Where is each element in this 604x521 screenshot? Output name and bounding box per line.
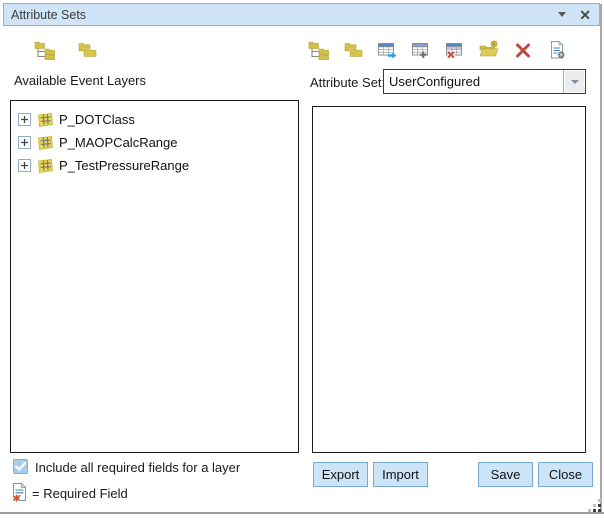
include-required-fields-label: Include all required fields for a layer (35, 460, 240, 475)
close-button[interactable]: Close (538, 462, 593, 487)
available-event-layers-label: Available Event Layers (14, 73, 146, 88)
event-layer-name: P_MAOPCalcRange (59, 135, 178, 150)
remove-table-icon[interactable] (444, 39, 466, 61)
expand-plus-icon[interactable] (18, 159, 31, 172)
event-layer-icon (36, 112, 54, 128)
folder-settings-icon[interactable] (478, 39, 500, 61)
event-layer-icon (36, 135, 54, 151)
report-settings-icon[interactable] (546, 39, 568, 61)
required-field-icon (12, 482, 28, 502)
window-right-edge (600, 4, 602, 512)
combo-dropdown-button[interactable] (563, 70, 585, 93)
open-folders-icon[interactable] (342, 39, 364, 61)
attribute-set-tree-icon[interactable] (308, 39, 330, 61)
close-icon[interactable]: ✕ (579, 8, 591, 22)
resize-grip[interactable] (588, 499, 602, 518)
tree-item[interactable]: P_TestPressureRange (11, 154, 298, 177)
export-button[interactable]: Export (313, 462, 368, 487)
attribute-set-tree-icon[interactable] (34, 39, 56, 61)
attribute-set-fields-list[interactable] (312, 106, 586, 453)
delete-icon[interactable] (512, 39, 534, 61)
export-table-icon[interactable] (376, 39, 398, 61)
event-layer-name: P_DOTClass (59, 112, 135, 127)
window-bottom-edge (0, 512, 604, 514)
dialog-titlebar[interactable]: Attribute Sets ✕ (3, 3, 600, 26)
import-button[interactable]: Import (373, 462, 428, 487)
dialog-title: Attribute Sets (4, 8, 558, 22)
attribute-set-combobox[interactable]: UserConfigured (383, 69, 586, 94)
left-toolbar (34, 39, 98, 61)
attribute-set-label: Attribute Set: (310, 75, 385, 90)
expand-plus-icon[interactable] (18, 113, 31, 126)
include-required-fields-checkbox[interactable] (13, 459, 28, 474)
save-button[interactable]: Save (478, 462, 533, 487)
attribute-sets-dialog: Attribute Sets ✕ (0, 0, 604, 521)
required-field-legend: = Required Field (32, 486, 128, 501)
collapse-caret-icon[interactable] (558, 12, 566, 17)
expand-plus-icon[interactable] (18, 136, 31, 149)
right-toolbar (308, 39, 568, 61)
chevron-down-icon (571, 80, 579, 84)
available-event-layers-list[interactable]: P_DOTClass P_MAOPCalcRange (10, 100, 299, 453)
tree-item[interactable]: P_DOTClass (11, 108, 298, 131)
add-table-icon[interactable] (410, 39, 432, 61)
open-folders-icon[interactable] (76, 39, 98, 61)
attribute-set-value: UserConfigured (384, 74, 563, 89)
event-layer-name: P_TestPressureRange (59, 158, 189, 173)
tree-item[interactable]: P_MAOPCalcRange (11, 131, 298, 154)
event-layer-icon (36, 158, 54, 174)
